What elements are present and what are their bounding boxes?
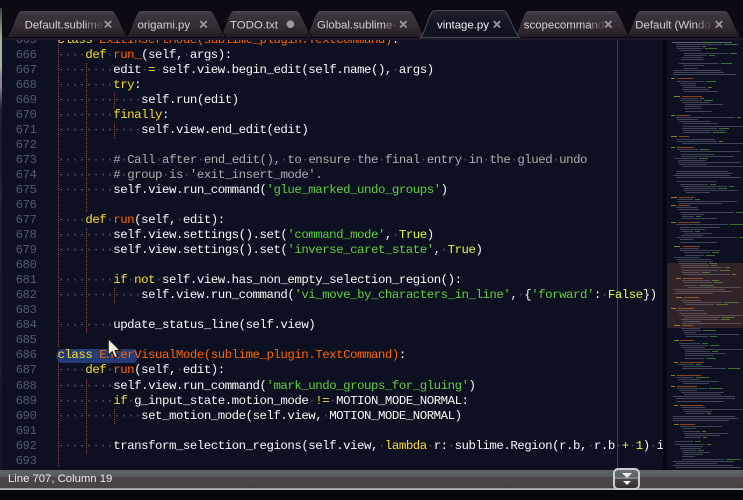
svg-text:Default.sublime: Default.sublime (25, 20, 104, 32)
svg-text:scopecommand: scopecommand (524, 20, 604, 32)
svg-text:origami.py: origami.py (138, 20, 191, 32)
svg-text:vintage.py: vintage.py (437, 20, 489, 32)
svg-text:Global.sublime-: Global.sublime- (317, 20, 396, 32)
svg-text:Default (Windo: Default (Windo (635, 20, 710, 32)
svg-text:TODO.txt: TODO.txt (230, 20, 279, 32)
